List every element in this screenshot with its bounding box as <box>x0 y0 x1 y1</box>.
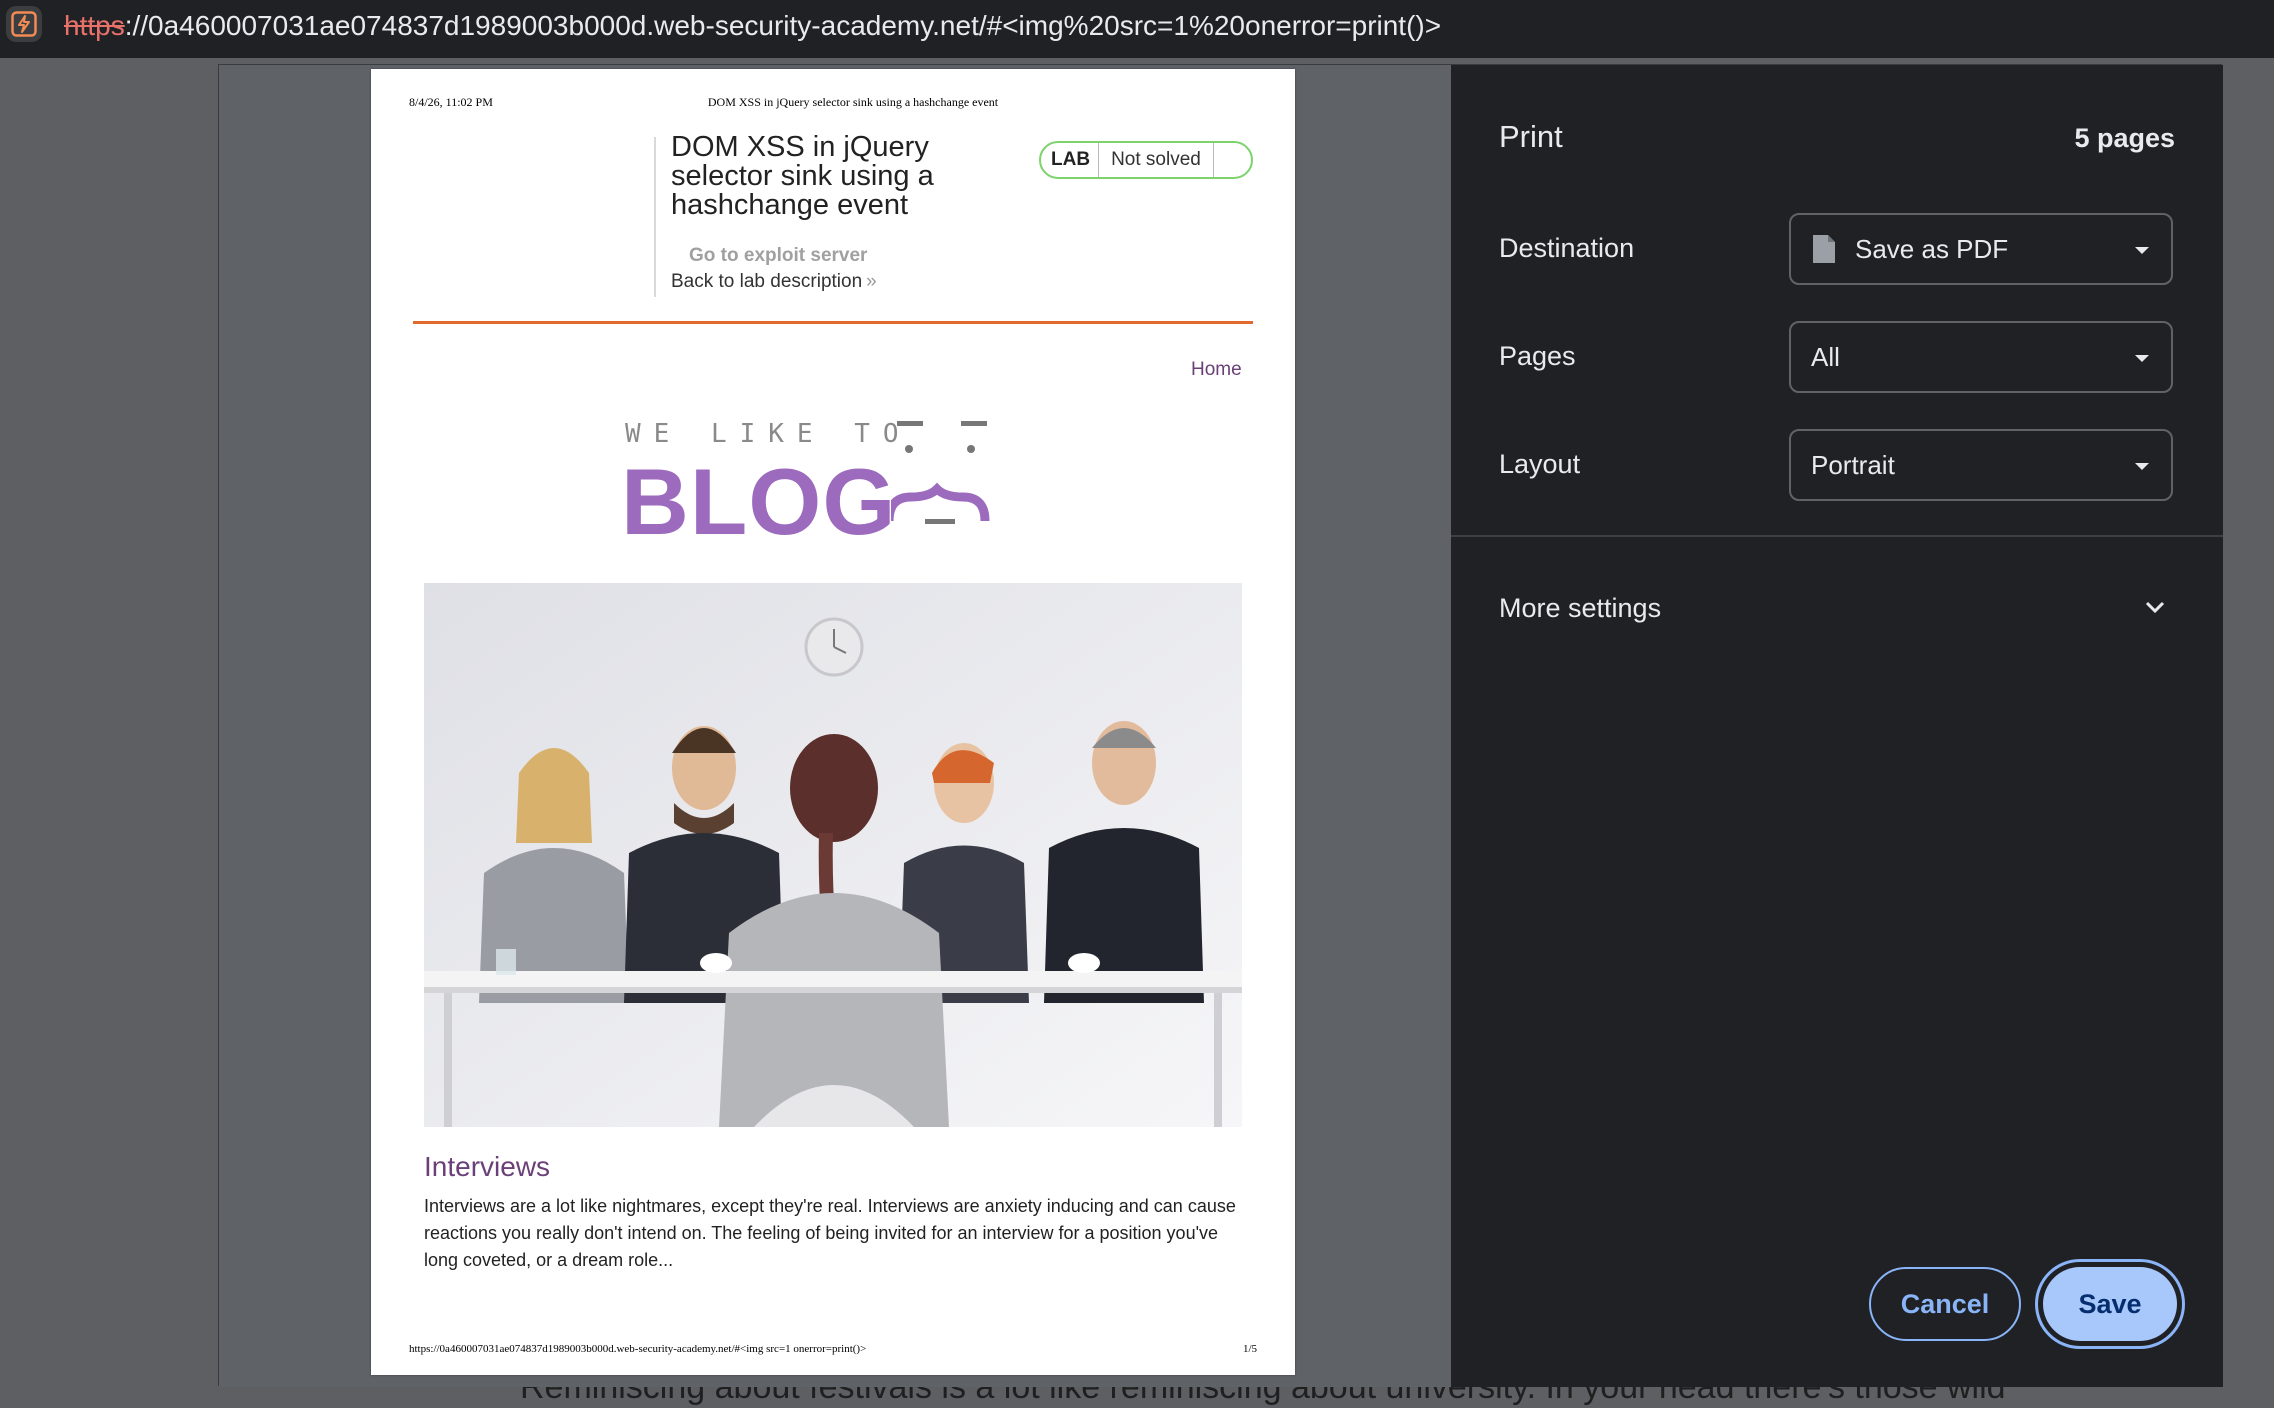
print-settings-panel: Print 5 pages Destination Save as PDF Pa… <box>1451 65 2223 1387</box>
layout-select[interactable]: Portrait <box>1789 429 2173 501</box>
dropdown-caret-icon <box>2135 355 2149 362</box>
page-header-title: DOM XSS in jQuery selector sink using a … <box>707 95 999 109</box>
print-title: Print <box>1499 119 1563 154</box>
layout-value: Portrait <box>1811 449 1895 480</box>
destination-value: Save as PDF <box>1855 233 2009 264</box>
lab-status-text: Not solved <box>1099 143 1214 177</box>
more-settings-toggle[interactable]: More settings <box>1499 593 1661 624</box>
lab-status-badge: LAB Not solved <box>1039 141 1253 179</box>
page-footer-url: https://0a460007031ae074837d1989003b000d… <box>409 1343 867 1355</box>
nav-home-link: Home <box>1191 359 1242 380</box>
address-bar[interactable]: https://0a460007031ae074837d1989003b000d… <box>0 0 2274 58</box>
document-icon <box>1811 233 1837 265</box>
logo-tagline: WE LIKE TO <box>625 419 912 449</box>
print-dialog: 8/4/26, 11:02 PM DOM XSS in jQuery selec… <box>218 64 2223 1387</box>
print-preview-page: 8/4/26, 11:02 PM DOM XSS in jQuery selec… <box>371 69 1295 1375</box>
header-divider-line <box>413 321 1253 324</box>
double-chevron-icon: » <box>866 271 877 292</box>
exploit-server-link: Go to exploit server <box>689 245 868 266</box>
post-image <box>424 583 1242 1127</box>
destination-select[interactable]: Save as PDF <box>1789 213 2173 285</box>
lab-badge-label: LAB <box>1041 143 1100 177</box>
logo-wordmark: BLOG <box>621 449 897 554</box>
page-footer-number: 1/5 <box>1243 1343 1258 1355</box>
layout-label: Layout <box>1499 449 1581 479</box>
dropdown-caret-icon <box>2135 463 2149 470</box>
post-excerpt: Interviews are a lot like nightmares, ex… <box>424 1196 1236 1270</box>
site-info-icon[interactable] <box>6 6 42 42</box>
back-to-lab-link: Back to lab description» <box>671 271 877 293</box>
pages-label: Pages <box>1499 341 1576 371</box>
settings-divider <box>1451 535 2223 537</box>
url-text[interactable]: https://0a460007031ae074837d1989003b000d… <box>64 10 1441 42</box>
logo-face-icon <box>891 421 990 524</box>
page-count: 5 pages <box>2074 123 2175 153</box>
url-path: ://0a460007031ae074837d1989003b000d.web-… <box>124 10 1442 41</box>
save-button[interactable]: Save <box>2043 1267 2177 1341</box>
blog-logo: WE LIKE TO BLOG <box>621 419 1061 559</box>
back-to-lab-label: Back to lab description <box>671 271 863 292</box>
lab-title: DOM XSS in jQuery selector sink using a … <box>671 131 934 221</box>
post-title: Interviews <box>424 1151 551 1182</box>
cancel-button[interactable]: Cancel <box>1869 1267 2021 1341</box>
lab-header-divider <box>654 137 656 297</box>
pages-value: All <box>1811 341 1840 372</box>
destination-label: Destination <box>1499 233 1635 263</box>
dropdown-caret-icon <box>2135 247 2149 254</box>
chevron-down-icon[interactable] <box>2143 595 2167 619</box>
url-scheme: https <box>64 10 125 41</box>
print-preview-area: 8/4/26, 11:02 PM DOM XSS in jQuery selec… <box>219 65 1451 1387</box>
pages-select[interactable]: All <box>1789 321 2173 393</box>
